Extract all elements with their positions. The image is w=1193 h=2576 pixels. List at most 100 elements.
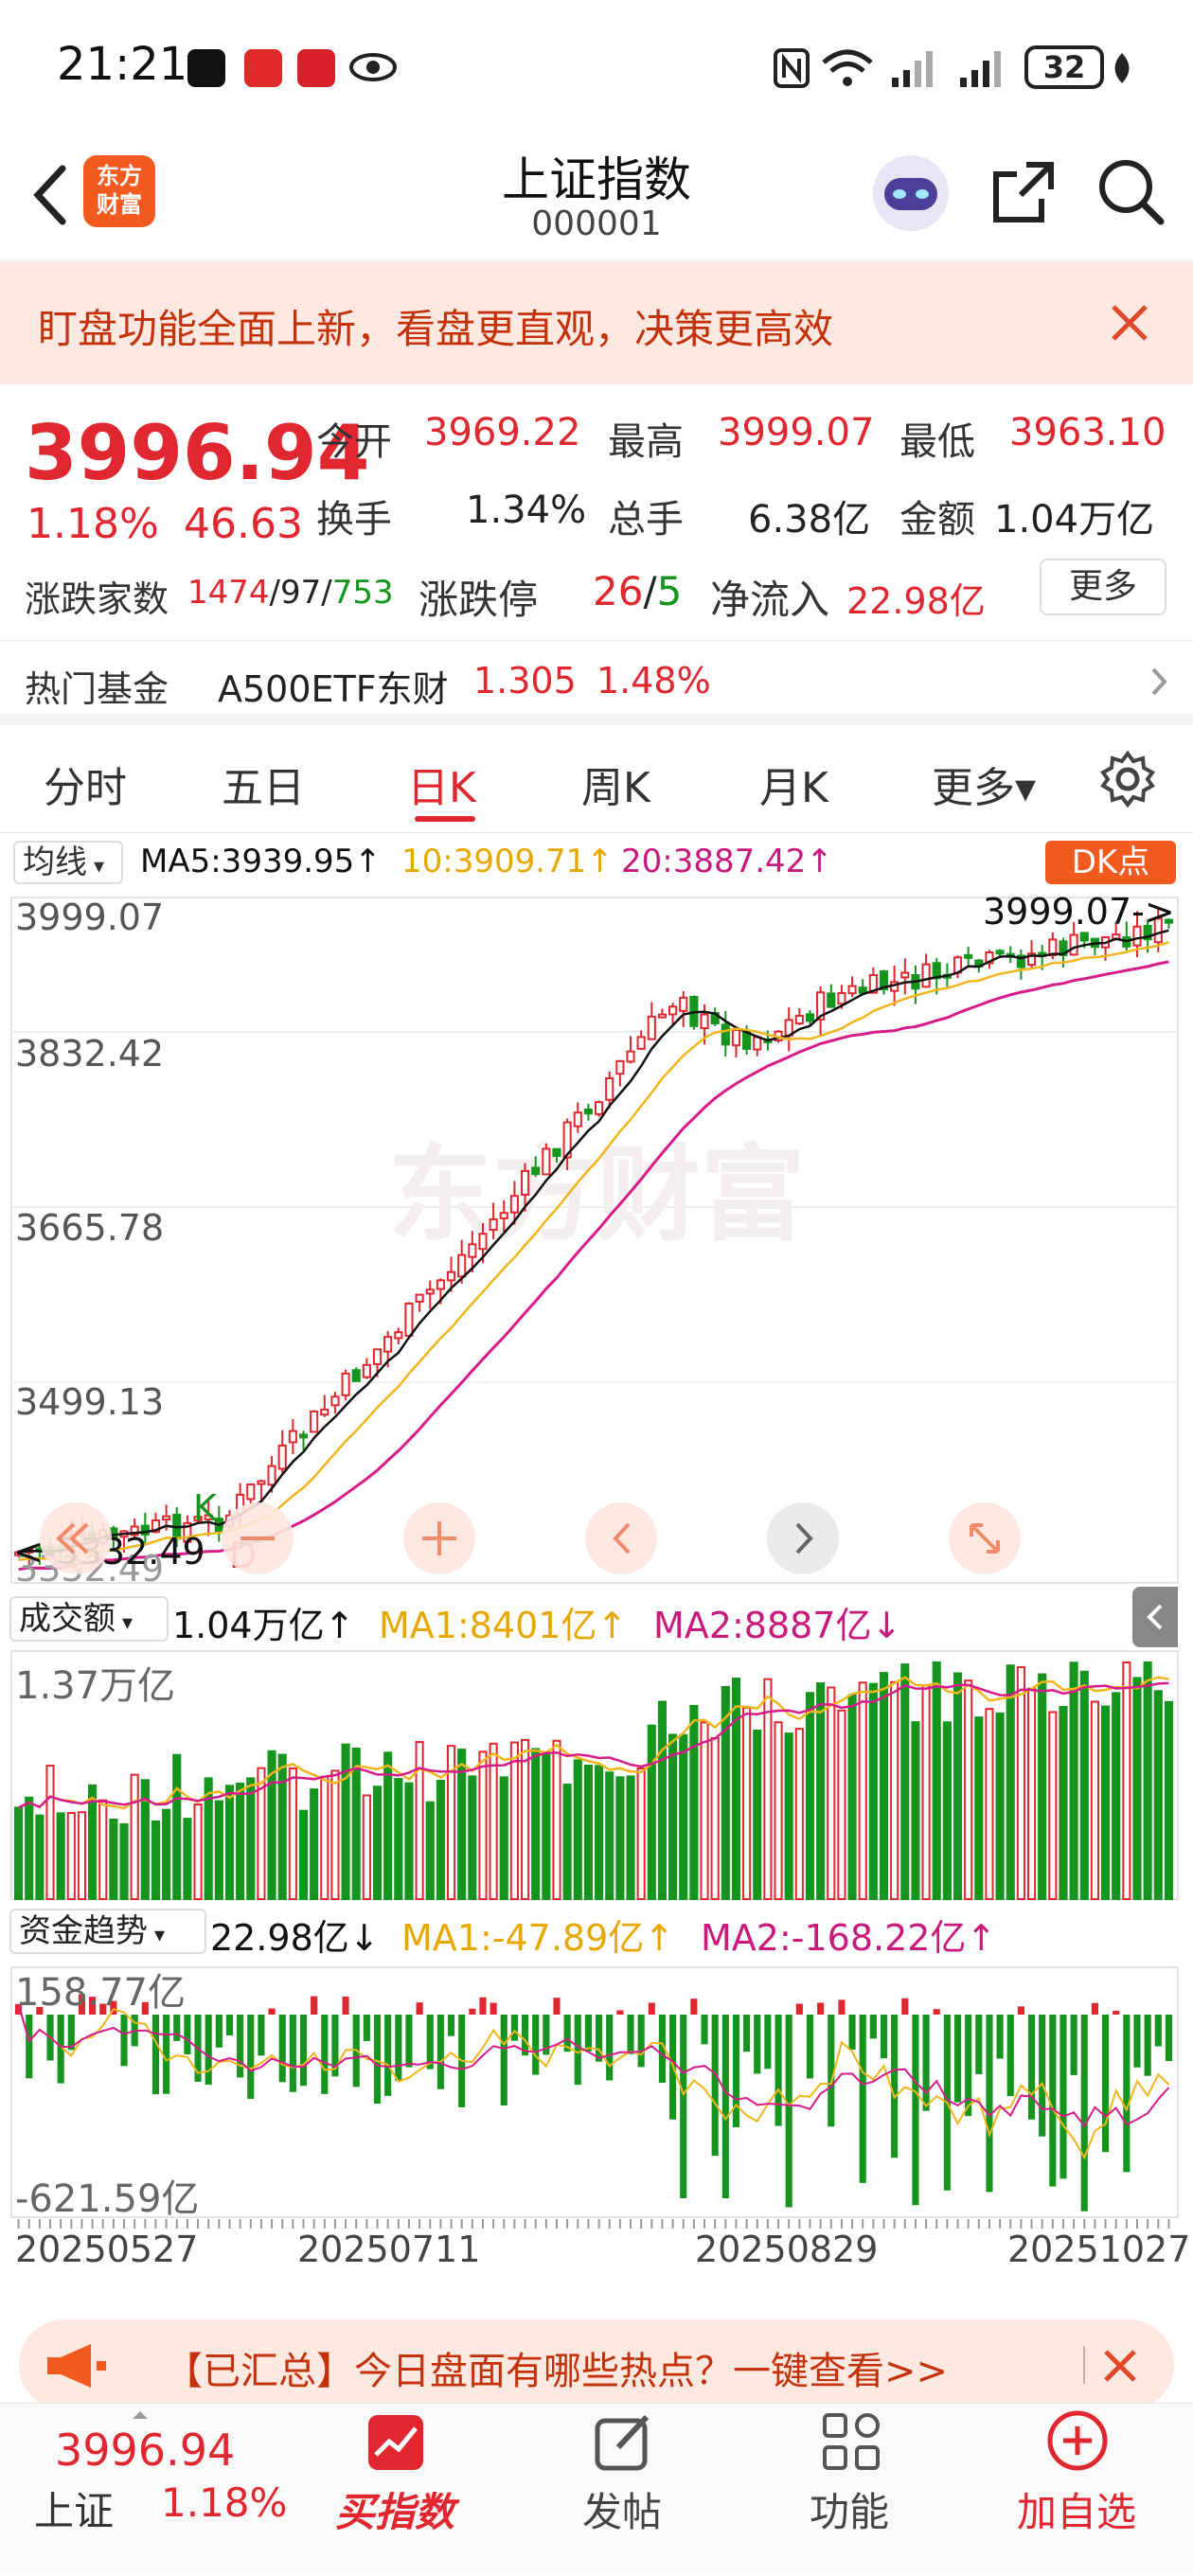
quote-panel: 3996.94 1.18% 46.63 今开 3969.22 最高 3999.0… (0, 384, 1193, 640)
volume-bar (183, 1818, 192, 1900)
battery-icon: 32 (1024, 45, 1104, 89)
tab-weekly-k[interactable]: 周K (581, 754, 650, 814)
fund-bar-negative (395, 2015, 402, 2081)
volume-bar (911, 1721, 920, 1901)
high-label: 最高 (608, 420, 684, 464)
amount-value: 1.04万亿 (994, 498, 1155, 542)
volume-bar (119, 1822, 129, 1900)
notice-banner[interactable]: 盯盘功能全面上新，看盘更直观，决策更高效 (0, 261, 1193, 384)
huawei-app-icon (244, 49, 282, 87)
volume-chart[interactable]: 1.37万亿 (0, 1647, 1193, 1903)
y-label: 3832.42 (15, 1033, 164, 1075)
fund-bar-negative (574, 2015, 581, 2086)
candle-up (900, 971, 910, 979)
eastmoney-logo[interactable]: 东方 财富 (83, 155, 155, 227)
volume-bar (298, 1809, 309, 1900)
fund-bar-positive (416, 2002, 423, 2015)
fund-bar-positive (795, 2003, 803, 2015)
search-icon[interactable] (1095, 155, 1166, 229)
breadth-flat: 97 (280, 574, 322, 612)
breadth-values: 1474/97/753 (187, 574, 394, 612)
fund-bar-positive (1113, 2010, 1120, 2015)
hot-fund-name: A500ETF东财 (218, 668, 449, 710)
volume-bar (193, 1803, 203, 1900)
tab-intraday[interactable]: 分时 (44, 754, 127, 814)
volume-bar (1112, 1692, 1121, 1900)
battery-level: 32 (1042, 49, 1086, 85)
volume-ma2: MA2:8887亿↓ (653, 1605, 902, 1646)
close-icon[interactable] (1108, 301, 1151, 345)
candle-up (446, 1270, 456, 1282)
fund-bar-negative (215, 2015, 223, 2048)
volume-bar (657, 1700, 668, 1901)
volume-bar (1006, 1664, 1015, 1900)
k-marker: K (193, 1487, 218, 1529)
fund-flow-chart[interactable]: 158.77亿 -621.59亿 (0, 1963, 1193, 2238)
volume-indicator-select[interactable]: 成交额 ▾ (9, 1596, 169, 1642)
fund-bar-negative (1049, 2015, 1057, 2187)
volume-bar (626, 1775, 635, 1900)
volume-top-label: 1.37万亿 (15, 1664, 175, 1708)
securities-app-icon (297, 49, 335, 87)
candle-up (1069, 933, 1078, 956)
page-title: 上证指数 (502, 152, 691, 207)
hot-fund-row[interactable]: 热门基金 A500ETF东财 1.305 1.48% (0, 640, 1193, 725)
functions-button[interactable]: 功能 (750, 2404, 949, 2576)
candle-up (394, 1331, 403, 1340)
add-watchlist-button[interactable]: 加自选 (977, 2404, 1176, 2576)
y-label: 3665.78 (15, 1207, 164, 1249)
tab-monthly-k[interactable]: 月K (759, 754, 828, 814)
bottom-nav: 3996.94 上证 1.18% 买指数 发帖 功能 加自选 (0, 2403, 1193, 2575)
stock-code: 000001 (531, 204, 662, 243)
volume-bar (964, 1679, 973, 1901)
dk-point-button[interactable]: DK点 (1045, 841, 1176, 884)
volume-bar (520, 1738, 530, 1900)
volume-bar (1026, 1687, 1037, 1901)
hot-topics-banner[interactable]: 【已汇总】今日盘面有哪些热点？一键查看>> (19, 2319, 1174, 2410)
period-tabs: 分时 五日 日K 周K 月K 更多▾ (0, 729, 1193, 833)
candle-up (668, 1005, 678, 1016)
post-button[interactable]: 发帖 (523, 2404, 721, 2576)
robot-assistant-icon[interactable] (869, 151, 953, 235)
volume-bar (415, 1741, 424, 1901)
candle-up (489, 1217, 498, 1232)
volume-bar (45, 1765, 55, 1900)
buy-index-button[interactable]: 买指数 (295, 2404, 494, 2576)
more-button[interactable]: 更多 (1040, 559, 1166, 615)
candle-up (310, 1410, 319, 1433)
panel-collapse-button[interactable] (1132, 1587, 1178, 1647)
fund-bar-negative (785, 2015, 792, 2208)
gear-icon[interactable] (1098, 750, 1157, 808)
volume-bar (1153, 1690, 1163, 1901)
tab-daily-k[interactable]: 日K (407, 754, 476, 814)
candle-down (583, 1108, 593, 1115)
indicator-select[interactable]: 均线 ▾ (13, 841, 123, 884)
fund-bar-negative (1101, 2015, 1110, 2153)
volume-bar (1016, 1665, 1025, 1900)
fund-ma2: MA2:-168.22亿↑ (701, 1917, 997, 1959)
tab-more[interactable]: 更多▾ (932, 754, 1036, 814)
candle-up (605, 1076, 614, 1101)
fund-top-label: 158.77亿 (15, 1971, 186, 2015)
open-value: 3969.22 (424, 411, 581, 454)
fund-bar-negative (436, 2015, 444, 2089)
volume-bar (542, 1753, 551, 1900)
share-icon[interactable] (988, 157, 1059, 227)
candle-up (478, 1233, 488, 1251)
limit-down: 5 (656, 568, 683, 614)
high-value: 3999.07 (718, 411, 875, 454)
volume-bar (1132, 1677, 1142, 1901)
back-arrow-icon[interactable] (19, 157, 85, 233)
close-icon[interactable] (1098, 2344, 1142, 2388)
fund-bar-negative (912, 2015, 919, 2206)
fund-select-label: 资金趋势 (19, 1912, 148, 1950)
turnover-value: 1.34% (466, 489, 587, 532)
candlestick-chart[interactable]: 东方财富 3999.07 3832.42 3665.78 3499.13 333… (0, 890, 1193, 1590)
candle-up (288, 1430, 297, 1444)
fund-indicator-select[interactable]: 资金趋势 ▾ (9, 1909, 206, 1954)
inflow-value: 22.98亿 (846, 580, 986, 622)
volume-bar (310, 1788, 319, 1900)
fund-bar-positive (469, 2008, 476, 2015)
volume-bar (921, 1684, 931, 1900)
tab-five-day[interactable]: 五日 (222, 754, 305, 814)
